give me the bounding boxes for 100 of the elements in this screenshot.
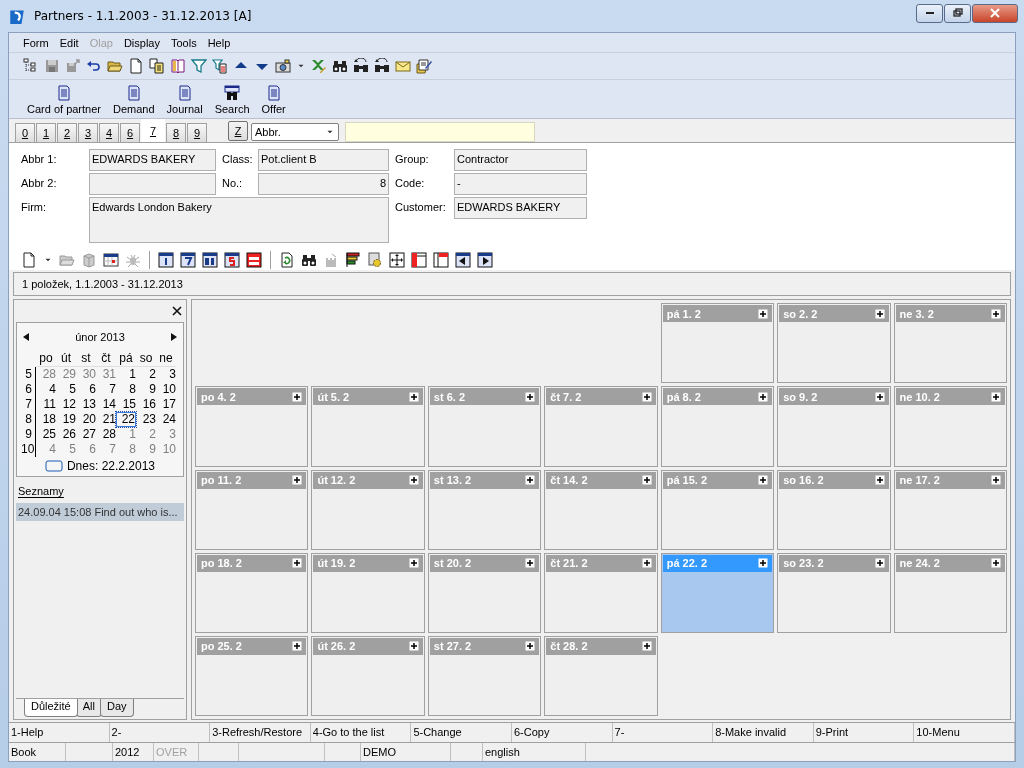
plus-icon[interactable] (525, 475, 536, 485)
menu-item[interactable]: Form (19, 36, 53, 49)
menu-item[interactable]: Help (203, 36, 235, 49)
plus-icon[interactable] (874, 558, 885, 569)
function-key[interactable]: 8-Make invalid (713, 723, 814, 742)
calendar-day[interactable]: 12 (56, 397, 76, 413)
calendar-day[interactable]: 9 (136, 442, 156, 458)
search-field[interactable] (345, 121, 535, 142)
calendar-day[interactable]: 26 (56, 427, 76, 443)
calendar-day[interactable]: 13 (76, 397, 96, 413)
tab[interactable]: 3 (78, 122, 98, 142)
tab[interactable]: 6 (120, 122, 140, 142)
bar-chart-icon[interactable] (345, 251, 361, 268)
funnel-icon[interactable] (191, 58, 207, 75)
calendar-day[interactable]: 1 (116, 367, 136, 383)
calendar-day[interactable]: 8 (116, 442, 136, 458)
calendar-day[interactable]: 4 (36, 442, 56, 458)
calendar-icon[interactable] (103, 251, 119, 268)
plus-icon[interactable] (874, 308, 885, 319)
calendar-day[interactable]: 14 (96, 397, 116, 413)
function-key[interactable]: 9-Print (813, 723, 915, 742)
calendar-day[interactable]: 28 (96, 427, 116, 443)
next-icon[interactable] (477, 251, 493, 268)
calendar-day[interactable]: 30 (76, 367, 96, 383)
tab[interactable]: 2 (57, 122, 77, 142)
calendar-month-icon[interactable] (202, 251, 218, 268)
layout-top-icon[interactable] (433, 251, 449, 268)
calendar-day[interactable]: 29 (56, 367, 76, 383)
calendar-day[interactable]: 10 (156, 442, 176, 458)
calendar-day[interactable]: 6 (76, 382, 96, 398)
calendar-day[interactable]: 8 (116, 382, 136, 398)
previous-month-icon[interactable] (23, 333, 29, 342)
plus-icon[interactable] (641, 391, 652, 402)
text-field[interactable]: 8 (258, 172, 389, 195)
function-key[interactable]: 4-Go to the list (310, 723, 412, 742)
tab[interactable]: 8 (166, 122, 186, 142)
calendar-day[interactable]: 25 (36, 427, 56, 443)
plus-icon[interactable] (408, 558, 419, 569)
function-key[interactable]: 1-Help (9, 723, 110, 742)
plus-icon[interactable] (641, 641, 652, 652)
calendar-day[interactable]: 4 (36, 382, 56, 398)
calendar-day[interactable]: 9 (136, 382, 156, 398)
plus-icon[interactable] (758, 475, 769, 485)
toolbar-button[interactable]: Demand (111, 84, 157, 115)
function-key[interactable]: 6-Copy (511, 723, 613, 742)
calendar-day[interactable]: 20 (76, 412, 96, 428)
calendar-day[interactable]: 16 (136, 397, 156, 413)
plus-icon[interactable] (991, 308, 1001, 319)
plus-icon[interactable] (641, 475, 652, 485)
plus-icon[interactable] (641, 558, 652, 569)
function-key[interactable]: 2- (109, 723, 211, 742)
tab[interactable]: Day (100, 699, 134, 718)
calendar-day[interactable]: 15 (116, 397, 136, 413)
plus-icon[interactable] (408, 641, 419, 652)
copy-icon[interactable] (149, 58, 165, 75)
sort-dropdown[interactable]: Abbr. (251, 122, 339, 141)
calendar-day-icon[interactable] (158, 251, 174, 268)
plus-icon[interactable] (991, 558, 1001, 569)
plus-icon[interactable] (525, 641, 536, 652)
close-icon[interactable] (172, 306, 182, 317)
page-icon[interactable] (21, 251, 37, 268)
menu-item[interactable]: Edit (55, 36, 83, 49)
spreadsheet-pencil-icon[interactable] (311, 58, 327, 75)
folder-icon[interactable] (107, 58, 123, 75)
calendar-list-icon[interactable] (246, 251, 262, 268)
calendar-day[interactable]: 24 (156, 412, 176, 428)
close-button[interactable] (972, 3, 1018, 23)
minimize-button[interactable] (916, 3, 943, 23)
calendar-day[interactable]: 31 (96, 367, 116, 383)
calendar-day[interactable]: 23 (136, 412, 156, 428)
menu-item[interactable]: Display (119, 36, 164, 49)
calendar-day[interactable]: 11 (36, 397, 56, 413)
previous-icon[interactable] (455, 251, 471, 268)
plus-icon[interactable] (292, 391, 303, 402)
plus-icon[interactable] (525, 558, 536, 569)
text-field[interactable]: EDWARDS BAKERY (454, 196, 587, 219)
calendar-day[interactable]: 27 (76, 427, 96, 443)
calendar-workweek-icon[interactable] (224, 251, 240, 268)
calendar-day[interactable]: 5 (56, 442, 76, 458)
calendar-day[interactable]: 18 (36, 412, 56, 428)
text-field[interactable]: Pot.client B (258, 148, 389, 171)
calendar-day[interactable]: 10 (156, 382, 176, 398)
calendar-day[interactable]: 3 (156, 427, 176, 443)
tab[interactable]: 9 (187, 122, 207, 142)
calendar-day[interactable]: 19 (56, 412, 76, 428)
plus-icon[interactable] (874, 475, 885, 485)
page-icon[interactable] (128, 58, 144, 75)
move-icon[interactable] (389, 251, 405, 268)
function-key[interactable]: 5-Change (411, 723, 512, 742)
tab[interactable]: 7 (141, 118, 165, 142)
plus-icon[interactable] (991, 475, 1001, 485)
plus-icon[interactable] (874, 391, 885, 402)
plus-icon[interactable] (758, 308, 769, 319)
calendar-day[interactable]: 5 (56, 382, 76, 398)
plus-icon[interactable] (758, 558, 769, 569)
plus-icon[interactable] (408, 475, 419, 485)
binoculars-icon[interactable] (332, 58, 348, 75)
page-refresh-icon[interactable] (279, 251, 295, 268)
binoculars-arrow-icon[interactable] (374, 58, 390, 75)
calendar-day[interactable]: 22 (116, 412, 136, 428)
